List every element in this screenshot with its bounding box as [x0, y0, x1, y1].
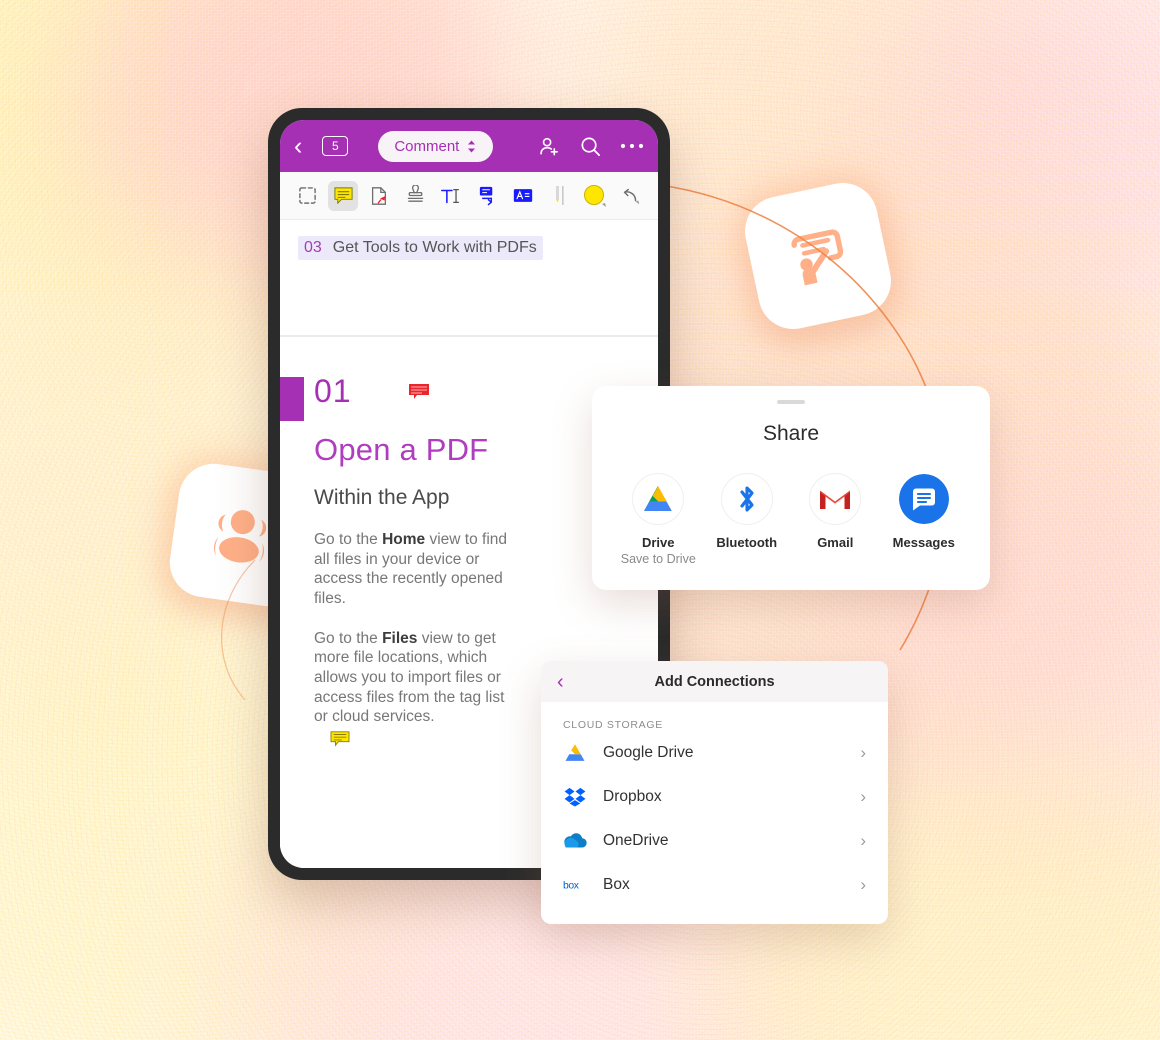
svg-text:box: box — [563, 881, 580, 892]
outline-title: Get Tools to Work with PDFs — [332, 239, 537, 256]
chevron-right-icon: › — [860, 831, 866, 850]
document-subheading: Within the App — [314, 486, 450, 509]
connection-row-google-drive[interactable]: Google Drive › — [541, 731, 888, 775]
connection-row-dropbox[interactable]: Dropbox › — [541, 775, 888, 819]
connection-label: OneDrive — [603, 832, 669, 849]
signature-card-icon — [513, 189, 533, 202]
document-paragraph-1: Go to the Home view to find all files in… — [314, 531, 508, 608]
connection-row-box[interactable]: box Box › — [541, 863, 888, 907]
more-horizontal-icon[interactable] — [620, 142, 644, 150]
outline-number: 03 — [304, 239, 322, 256]
add-connections-panel: ‹ Add Connections CLOUD STORAGE Google D… — [541, 661, 888, 924]
stamp-tool[interactable] — [400, 181, 430, 211]
person-add-icon[interactable] — [538, 135, 561, 158]
sticky-note-tool[interactable] — [328, 180, 358, 211]
share-title: Share — [762, 422, 820, 445]
chevron-right-icon: › — [860, 743, 866, 762]
search-icon[interactable] — [579, 135, 602, 158]
panel-title: Add Connections — [654, 673, 775, 690]
add-connections-header: ‹ Add Connections — [541, 661, 888, 702]
document-heading: Open a PDF — [314, 432, 489, 467]
connection-label: Dropbox — [603, 788, 662, 805]
share-target-drive[interactable]: Drive Save to Drive — [615, 474, 701, 566]
red-comment-icon[interactable] — [408, 382, 430, 402]
chevron-right-icon: › — [860, 787, 866, 806]
yellow-circle-icon — [584, 184, 606, 207]
share-target-sub: Save to Drive — [620, 552, 696, 566]
stamp-icon — [407, 185, 423, 202]
mode-selector[interactable]: Comment — [378, 130, 494, 162]
share-target-gmail[interactable]: Gmail — [792, 474, 878, 566]
onedrive-icon — [563, 833, 587, 849]
annotation-toolbar — [280, 172, 658, 220]
file-pin-icon — [372, 186, 386, 205]
outline-item[interactable]: 03 Get Tools to Work with PDFs — [298, 236, 543, 260]
drag-handle[interactable] — [777, 400, 805, 404]
connection-label: Box — [603, 876, 630, 893]
app-bar: ‹ 5 Comment — [280, 120, 658, 172]
share-target-label: Drive — [641, 535, 675, 550]
share-target-bluetooth[interactable]: Bluetooth — [704, 474, 790, 566]
back-button[interactable]: ‹ — [557, 672, 564, 692]
share-target-label: Bluetooth — [716, 535, 778, 550]
gmail-icon — [810, 474, 861, 524]
text-box-tool[interactable] — [472, 181, 502, 211]
google-drive-icon — [633, 474, 684, 524]
share-targets: Drive Save to Drive Bluetooth Gmail Mess… — [592, 474, 990, 566]
connection-row-onedrive[interactable]: OneDrive › — [541, 819, 888, 863]
text-cursor-icon — [441, 188, 459, 203]
mode-label: Comment — [394, 137, 460, 155]
undo-tool[interactable] — [616, 181, 646, 211]
share-target-messages[interactable]: Messages — [881, 474, 967, 566]
yellow-comment-icon[interactable] — [330, 730, 350, 753]
section-number: 01 — [314, 373, 352, 409]
back-button[interactable]: ‹ — [294, 133, 302, 159]
signature-tool[interactable] — [508, 181, 538, 211]
attach-file-tool[interactable] — [364, 181, 394, 211]
google-messages-icon — [898, 474, 949, 524]
section-marker — [280, 377, 304, 421]
share-sheet: Share Drive Save to Drive Bluetooth Gmai… — [592, 386, 990, 590]
dropbox-icon — [563, 787, 587, 807]
share-target-label: Messages — [892, 535, 955, 550]
highlighter-tool[interactable] — [544, 181, 574, 211]
color-swatch[interactable] — [580, 181, 610, 211]
yellow-note-icon — [333, 187, 353, 205]
undo-arrow-icon — [623, 188, 640, 204]
google-drive-icon — [563, 743, 587, 763]
connection-label: Google Drive — [603, 744, 694, 761]
highlighter-pen-icon — [556, 185, 564, 205]
section-label: CLOUD STORAGE — [563, 719, 663, 731]
select-area-tool[interactable] — [292, 181, 322, 211]
outline-panel: 03 Get Tools to Work with PDFs — [280, 220, 658, 335]
box-icon: box — [563, 878, 587, 892]
chevron-updown-icon — [468, 140, 476, 152]
document-paragraph-2: Go to the Files view to get more file lo… — [314, 629, 505, 726]
page-number-badge[interactable]: 5 — [322, 136, 349, 156]
text-tool[interactable] — [436, 181, 466, 211]
chevron-right-icon: › — [860, 875, 866, 894]
share-target-label: Gmail — [817, 535, 854, 550]
callout-box-icon — [479, 186, 492, 206]
bluetooth-icon — [721, 474, 772, 524]
